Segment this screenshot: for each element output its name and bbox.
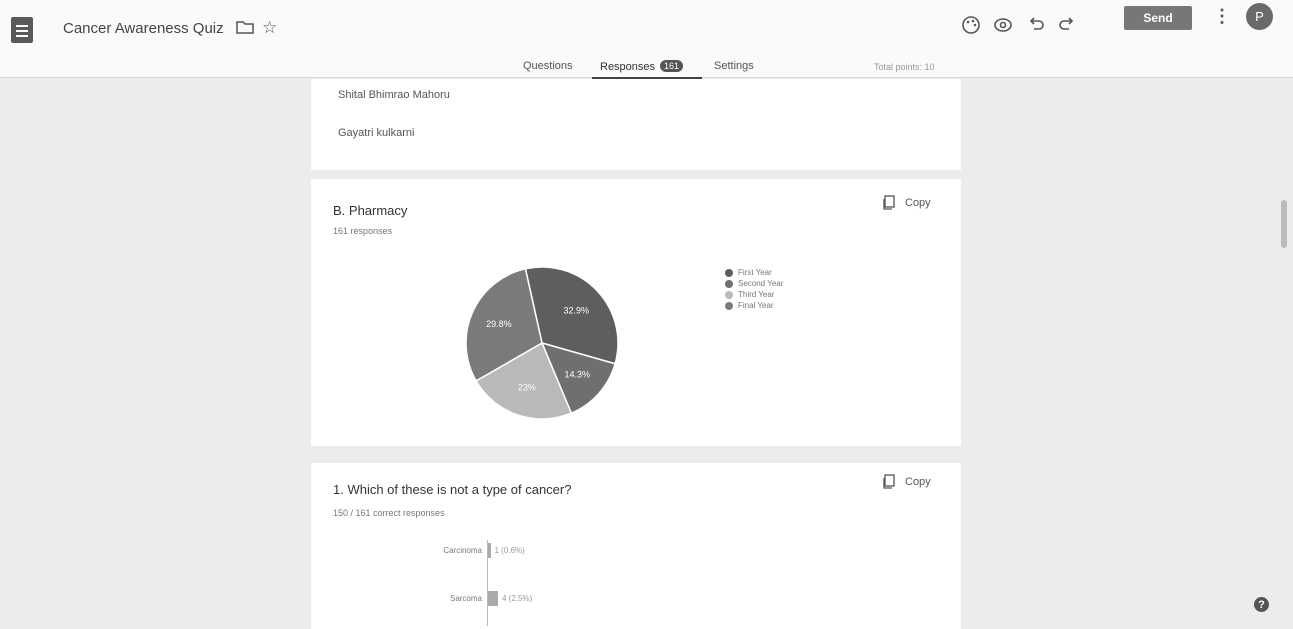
quiz-question-card: 1. Which of these is not a type of cance… bbox=[311, 463, 961, 629]
bar-category-label: Carcinoma bbox=[443, 546, 482, 555]
responses-count-badge: 161 bbox=[660, 60, 684, 72]
pharmacy-question-card: B. Pharmacy 161 responses Copy 32.9% 14.3… bbox=[311, 179, 961, 446]
response-name: Shital Bhimrao Mahoru bbox=[338, 89, 450, 101]
form-title[interactable]: Cancer Awareness Quiz bbox=[63, 20, 224, 37]
legend-item[interactable]: Final Year bbox=[725, 300, 783, 311]
undo-icon[interactable] bbox=[1023, 12, 1049, 38]
pie-slice-label: 32.9% bbox=[563, 306, 589, 316]
legend-swatch bbox=[725, 290, 733, 299]
folder-icon[interactable] bbox=[236, 20, 254, 34]
legend-label: First Year bbox=[738, 268, 772, 277]
question-title: 1. Which of these is not a type of cance… bbox=[333, 482, 572, 497]
pie-slice-label: 14.3% bbox=[564, 369, 590, 379]
legend-item[interactable]: Third Year bbox=[725, 289, 783, 300]
copy-chart-button[interactable]: Copy bbox=[881, 474, 931, 490]
total-points: Total points: 10 bbox=[874, 62, 935, 72]
help-icon[interactable]: ? bbox=[1254, 597, 1269, 612]
copy-label: Copy bbox=[905, 476, 931, 488]
names-card: Shital Bhimrao Mahoru Gayatri kulkarni bbox=[311, 79, 961, 170]
copy-icon bbox=[883, 474, 895, 489]
pie-slice-label: 29.8% bbox=[486, 319, 512, 329]
palette-icon[interactable] bbox=[958, 12, 984, 38]
avatar[interactable]: P bbox=[1246, 3, 1273, 30]
scrollbar-thumb[interactable] bbox=[1281, 200, 1287, 248]
forms-app-icon[interactable] bbox=[11, 17, 33, 43]
legend-item[interactable]: First Year bbox=[725, 267, 783, 278]
bar-value-label: 1 (0.6%) bbox=[494, 546, 525, 555]
correct-response-count: 150 / 161 correct responses bbox=[333, 508, 445, 518]
legend-label: Final Year bbox=[738, 301, 774, 310]
tab-settings[interactable]: Settings bbox=[714, 60, 754, 72]
legend-label: Third Year bbox=[738, 290, 775, 299]
legend-swatch bbox=[725, 268, 733, 277]
pie-slice-label: 23% bbox=[518, 383, 536, 393]
top-bar: Cancer Awareness Quiz ☆ Send ⋮ P Questio… bbox=[0, 0, 1293, 79]
send-button[interactable]: Send bbox=[1124, 6, 1192, 30]
bar bbox=[488, 543, 491, 558]
legend-swatch bbox=[725, 279, 733, 288]
more-vert-icon[interactable]: ⋮ bbox=[1213, 6, 1231, 27]
bar bbox=[488, 591, 498, 606]
chart-legend: First Year Second Year Third Year Final Yea… bbox=[725, 267, 783, 311]
star-icon[interactable]: ☆ bbox=[262, 18, 277, 38]
tab-responses-label: Responses bbox=[600, 61, 656, 73]
bar-value-label: 4 (2.5%) bbox=[502, 594, 533, 603]
redo-icon[interactable] bbox=[1054, 12, 1080, 38]
response-name: Gayatri kulkarni bbox=[338, 127, 415, 139]
legend-item[interactable]: Second Year bbox=[725, 278, 783, 289]
tab-responses[interactable]: Responses 161 bbox=[600, 60, 684, 73]
legend-swatch bbox=[725, 301, 733, 310]
preview-icon[interactable] bbox=[990, 12, 1016, 38]
bar-category-label: Sarcoma bbox=[449, 594, 482, 603]
tab-questions[interactable]: Questions bbox=[523, 60, 573, 72]
pie-chart: 32.9% 14.3% 23% 29.8% bbox=[465, 266, 619, 420]
form-tabs: Questions Responses 161 Settings Total po… bbox=[0, 58, 1293, 79]
legend-label: Second Year bbox=[738, 279, 784, 288]
